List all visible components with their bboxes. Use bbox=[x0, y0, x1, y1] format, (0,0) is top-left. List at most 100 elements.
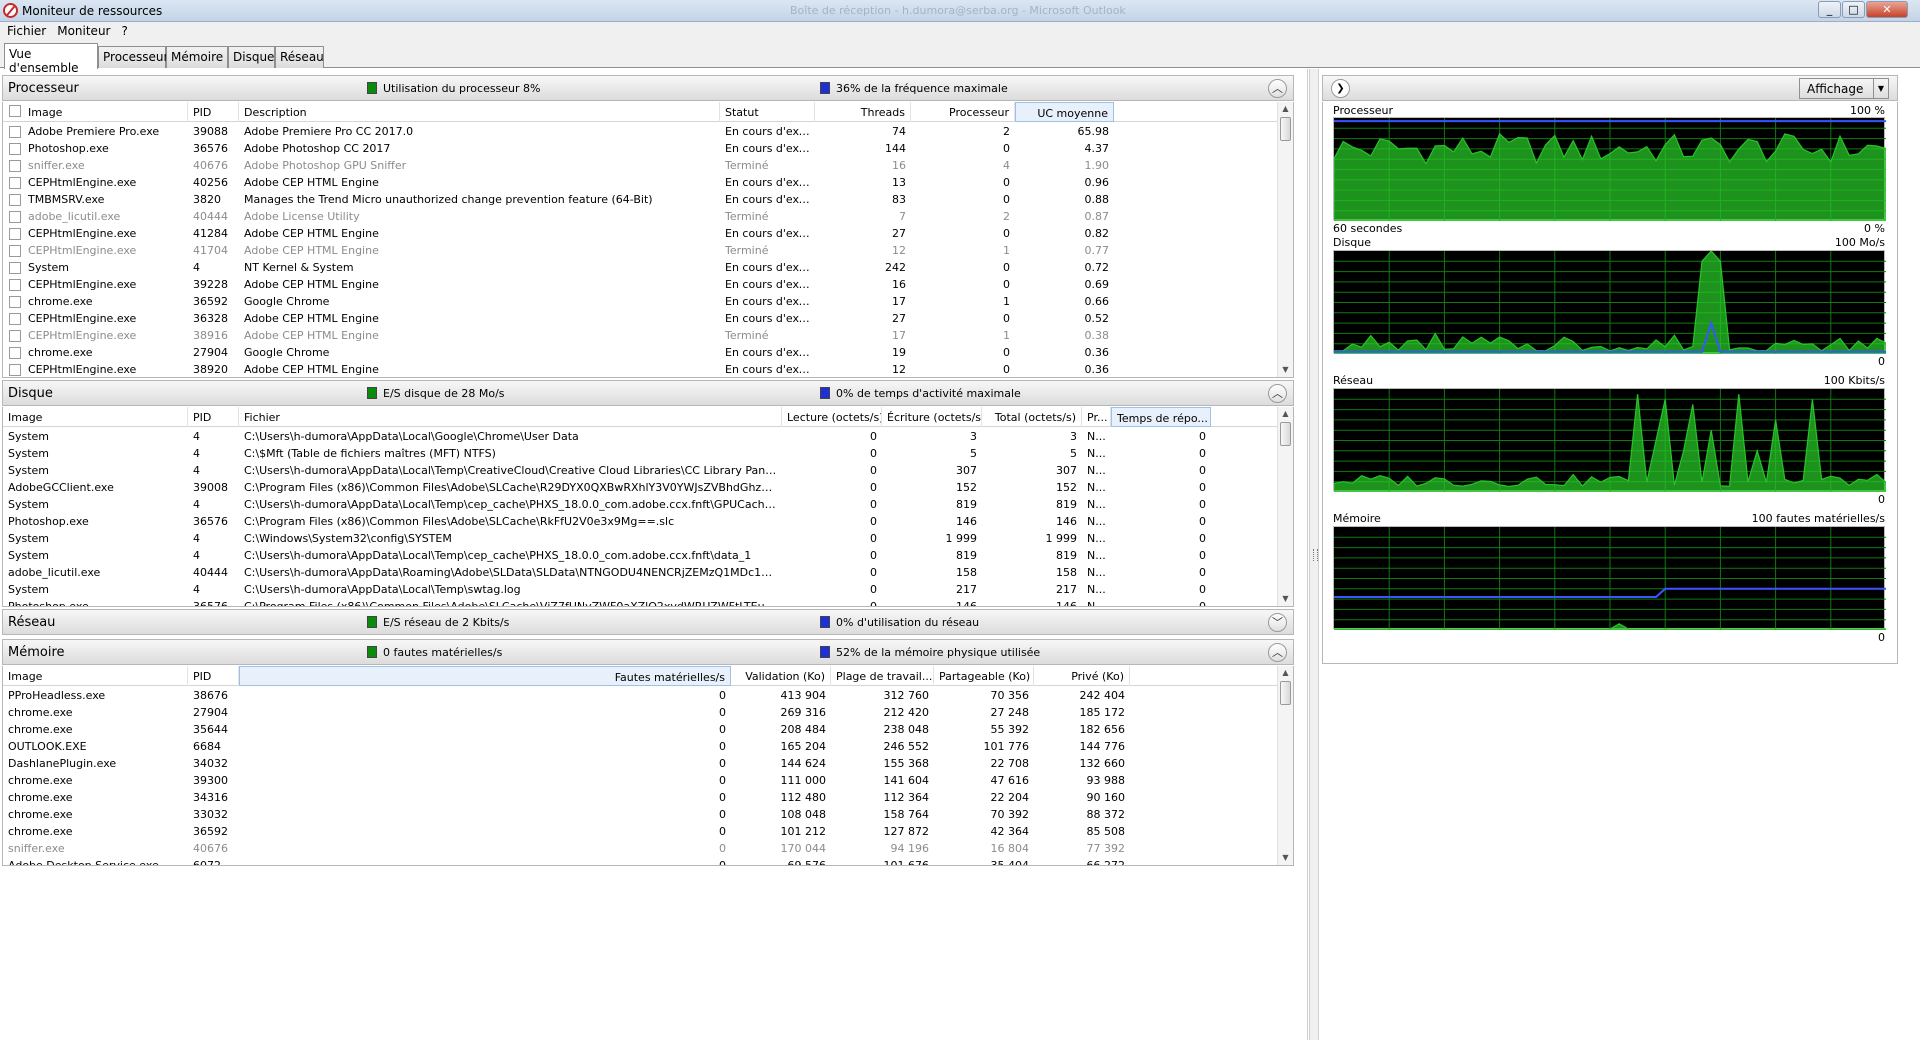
scroll-up-icon[interactable]: ▲ bbox=[1278, 102, 1293, 116]
table-row[interactable]: System 4 C:\Users\h-dumora\AppData\Local\T… bbox=[3, 581, 1278, 598]
table-row[interactable]: PProHeadless.exe 38676 0 413 904 312 760 70 3… bbox=[3, 687, 1278, 704]
tab-network[interactable]: Réseau bbox=[275, 46, 324, 68]
col-threads[interactable]: Threads bbox=[815, 102, 911, 122]
row-checkbox[interactable] bbox=[9, 296, 21, 308]
cpu-scrollbar[interactable]: ▲ ▼ bbox=[1277, 102, 1293, 377]
table-row[interactable]: chrome.exe 36592 0 101 212 127 872 42 364 85 5… bbox=[3, 823, 1278, 840]
table-row[interactable]: chrome.exe 35644 0 208 484 238 048 55 392 182 … bbox=[3, 721, 1278, 738]
row-checkbox[interactable] bbox=[9, 364, 21, 376]
col-read[interactable]: Lecture (octets/s) bbox=[782, 407, 882, 427]
row-checkbox[interactable] bbox=[9, 262, 21, 274]
scroll-down-icon[interactable]: ▼ bbox=[1278, 592, 1293, 606]
network-section-header[interactable]: Réseau E/S réseau de 2 Kbits/s 0% d'util… bbox=[2, 609, 1294, 635]
table-row[interactable]: chrome.exe 34316 0 112 480 112 364 22 204 90 1… bbox=[3, 789, 1278, 806]
row-checkbox[interactable] bbox=[9, 245, 21, 257]
table-row[interactable]: chrome.exe 27904 0 269 316 212 420 27 248 185 … bbox=[3, 704, 1278, 721]
table-row[interactable]: Photoshop.exe 36576 Adobe Photoshop CC 201… bbox=[3, 140, 1278, 157]
scroll-thumb[interactable] bbox=[1280, 422, 1291, 446]
tab-disk[interactable]: Disque bbox=[228, 46, 275, 68]
col-pid[interactable]: PID bbox=[188, 666, 239, 686]
col-write[interactable]: Écriture (octets/s) bbox=[882, 407, 982, 427]
menu-help[interactable]: ? bbox=[114, 22, 131, 38]
col-status[interactable]: Statut bbox=[720, 102, 815, 122]
collapse-icon[interactable]: ︿ bbox=[1268, 79, 1287, 98]
select-all-checkbox[interactable] bbox=[9, 105, 21, 117]
tab-overview[interactable]: Vue d'ensemble bbox=[4, 43, 98, 75]
maximize-button[interactable]: □ bbox=[1842, 1, 1865, 18]
row-checkbox[interactable] bbox=[9, 126, 21, 138]
table-row[interactable]: CEPHtmlEngine.exe 40256 Adobe CEP HTML Eng… bbox=[3, 174, 1278, 191]
table-row[interactable]: System 4 NT Kernel & System En cours d'exé.… bbox=[3, 259, 1278, 276]
scroll-thumb[interactable] bbox=[1280, 117, 1291, 141]
row-checkbox[interactable] bbox=[9, 347, 21, 359]
row-checkbox[interactable] bbox=[9, 228, 21, 240]
view-dropdown[interactable]: Affichage ▼ bbox=[1799, 78, 1889, 99]
table-row[interactable]: CEPHtmlEngine.exe 38920 Adobe CEP HTML Eng… bbox=[3, 361, 1278, 377]
tab-processor[interactable]: Processeur bbox=[98, 46, 168, 68]
col-commit[interactable]: Validation (Ko) bbox=[731, 666, 831, 686]
scroll-thumb[interactable] bbox=[1280, 681, 1291, 705]
table-row[interactable]: sniffer.exe 40676 Adobe Photoshop GPU Snif… bbox=[3, 157, 1278, 174]
memory-section-header[interactable]: Mémoire 0 fautes matérielles/s 52% de la… bbox=[2, 639, 1294, 665]
col-shareable[interactable]: Partageable (Ko) bbox=[934, 666, 1034, 686]
col-working-set[interactable]: Plage de travail... bbox=[831, 666, 934, 686]
close-button[interactable]: ✕ bbox=[1866, 1, 1908, 18]
row-checkbox[interactable] bbox=[9, 330, 21, 342]
chevron-down-icon[interactable]: ▼ bbox=[1873, 79, 1888, 98]
table-row[interactable]: CEPHtmlEngine.exe 39228 Adobe CEP HTML Eng… bbox=[3, 276, 1278, 293]
menu-moniteur[interactable]: Moniteur bbox=[50, 22, 114, 38]
table-row[interactable]: System 4 C:\Users\h-dumora\AppData\Local\G… bbox=[3, 428, 1278, 445]
table-row[interactable]: System 4 C:\Users\h-dumora\AppData\Local\T… bbox=[3, 547, 1278, 564]
table-row[interactable]: System 4 C:\Users\h-dumora\AppData\Local\T… bbox=[3, 462, 1278, 479]
expand-right-icon[interactable]: ❯ bbox=[1331, 79, 1350, 98]
disk-scrollbar[interactable]: ▲ ▼ bbox=[1277, 407, 1293, 606]
row-checkbox[interactable] bbox=[9, 279, 21, 291]
expand-icon[interactable]: ﹀ bbox=[1268, 613, 1287, 632]
table-row[interactable]: chrome.exe 36592 Google Chrome En cours d'e… bbox=[3, 293, 1278, 310]
col-image[interactable]: Image bbox=[3, 407, 188, 427]
table-row[interactable]: Adobe Desktop Service.exe 6072 0 69 576 101 … bbox=[3, 857, 1278, 865]
table-row[interactable]: CEPHtmlEngine.exe 38916 Adobe CEP HTML Eng… bbox=[3, 327, 1278, 344]
disk-section-header[interactable]: Disque E/S disque de 28 Mo/s 0% de temps… bbox=[2, 380, 1294, 406]
row-checkbox[interactable] bbox=[9, 211, 21, 223]
col-hard-faults[interactable]: Fautes matérielles/s bbox=[239, 666, 731, 686]
col-image[interactable]: Image bbox=[23, 102, 188, 122]
minimize-button[interactable]: _ bbox=[1818, 1, 1841, 18]
table-row[interactable]: System 4 C:\Users\h-dumora\AppData\Local\T… bbox=[3, 496, 1278, 513]
table-row[interactable]: adobe_licutil.exe 40444 C:\Users\h-dumora\… bbox=[3, 564, 1278, 581]
table-row[interactable]: System 4 C:\$Mft (Table de fichiers maître… bbox=[3, 445, 1278, 462]
col-processor[interactable]: Processeur bbox=[911, 102, 1015, 122]
tab-memory[interactable]: Mémoire bbox=[166, 46, 228, 68]
table-row[interactable]: chrome.exe 33032 0 108 048 158 764 70 392 88 3… bbox=[3, 806, 1278, 823]
col-average-cpu[interactable]: UC moyenne bbox=[1015, 102, 1114, 122]
cpu-section-header[interactable]: Processeur Utilisation du processeur 8% … bbox=[2, 75, 1294, 101]
pane-splitter[interactable] bbox=[1309, 69, 1319, 1040]
collapse-icon[interactable]: ︿ bbox=[1268, 643, 1287, 662]
scroll-up-icon[interactable]: ▲ bbox=[1278, 666, 1293, 680]
scroll-down-icon[interactable]: ▼ bbox=[1278, 363, 1293, 377]
table-row[interactable]: CEPHtmlEngine.exe 41704 Adobe CEP HTML Eng… bbox=[3, 242, 1278, 259]
table-row[interactable]: sniffer.exe 40676 0 170 044 94 196 16 804 77 3… bbox=[3, 840, 1278, 857]
col-total[interactable]: Total (octets/s) bbox=[982, 407, 1082, 427]
table-row[interactable]: adobe_licutil.exe 40444 Adobe License Util… bbox=[3, 208, 1278, 225]
table-row[interactable]: Photoshop.exe 36576 C:\Program Files (x86)… bbox=[3, 598, 1278, 606]
table-row[interactable]: chrome.exe 27904 Google Chrome En cours d'e… bbox=[3, 344, 1278, 361]
memory-scrollbar[interactable]: ▲ ▼ bbox=[1277, 666, 1293, 865]
row-checkbox[interactable] bbox=[9, 313, 21, 325]
row-checkbox[interactable] bbox=[9, 160, 21, 172]
col-priority[interactable]: Pr... bbox=[1082, 407, 1111, 427]
table-row[interactable]: CEPHtmlEngine.exe 36328 Adobe CEP HTML Eng… bbox=[3, 310, 1278, 327]
col-response-time[interactable]: Temps de répo... bbox=[1111, 407, 1211, 427]
table-row[interactable]: OUTLOOK.EXE 6684 0 165 204 246 552 101 776 144… bbox=[3, 738, 1278, 755]
table-row[interactable]: DashlanePlugin.exe 34032 0 144 624 155 368 22… bbox=[3, 755, 1278, 772]
col-description[interactable]: Description bbox=[239, 102, 720, 122]
scroll-down-icon[interactable]: ▼ bbox=[1278, 851, 1293, 865]
table-row[interactable]: CEPHtmlEngine.exe 41284 Adobe CEP HTML Eng… bbox=[3, 225, 1278, 242]
table-row[interactable]: AdobeGCClient.exe 39008 C:\Program Files (… bbox=[3, 479, 1278, 496]
col-pid[interactable]: PID bbox=[188, 407, 239, 427]
scroll-up-icon[interactable]: ▲ bbox=[1278, 407, 1293, 421]
col-file[interactable]: Fichier bbox=[239, 407, 782, 427]
table-row[interactable]: TMBMSRV.exe 3820 Manages the Trend Micro u… bbox=[3, 191, 1278, 208]
table-row[interactable]: Adobe Premiere Pro.exe 39088 Adobe Premier… bbox=[3, 123, 1278, 140]
col-pid[interactable]: PID bbox=[188, 102, 239, 122]
